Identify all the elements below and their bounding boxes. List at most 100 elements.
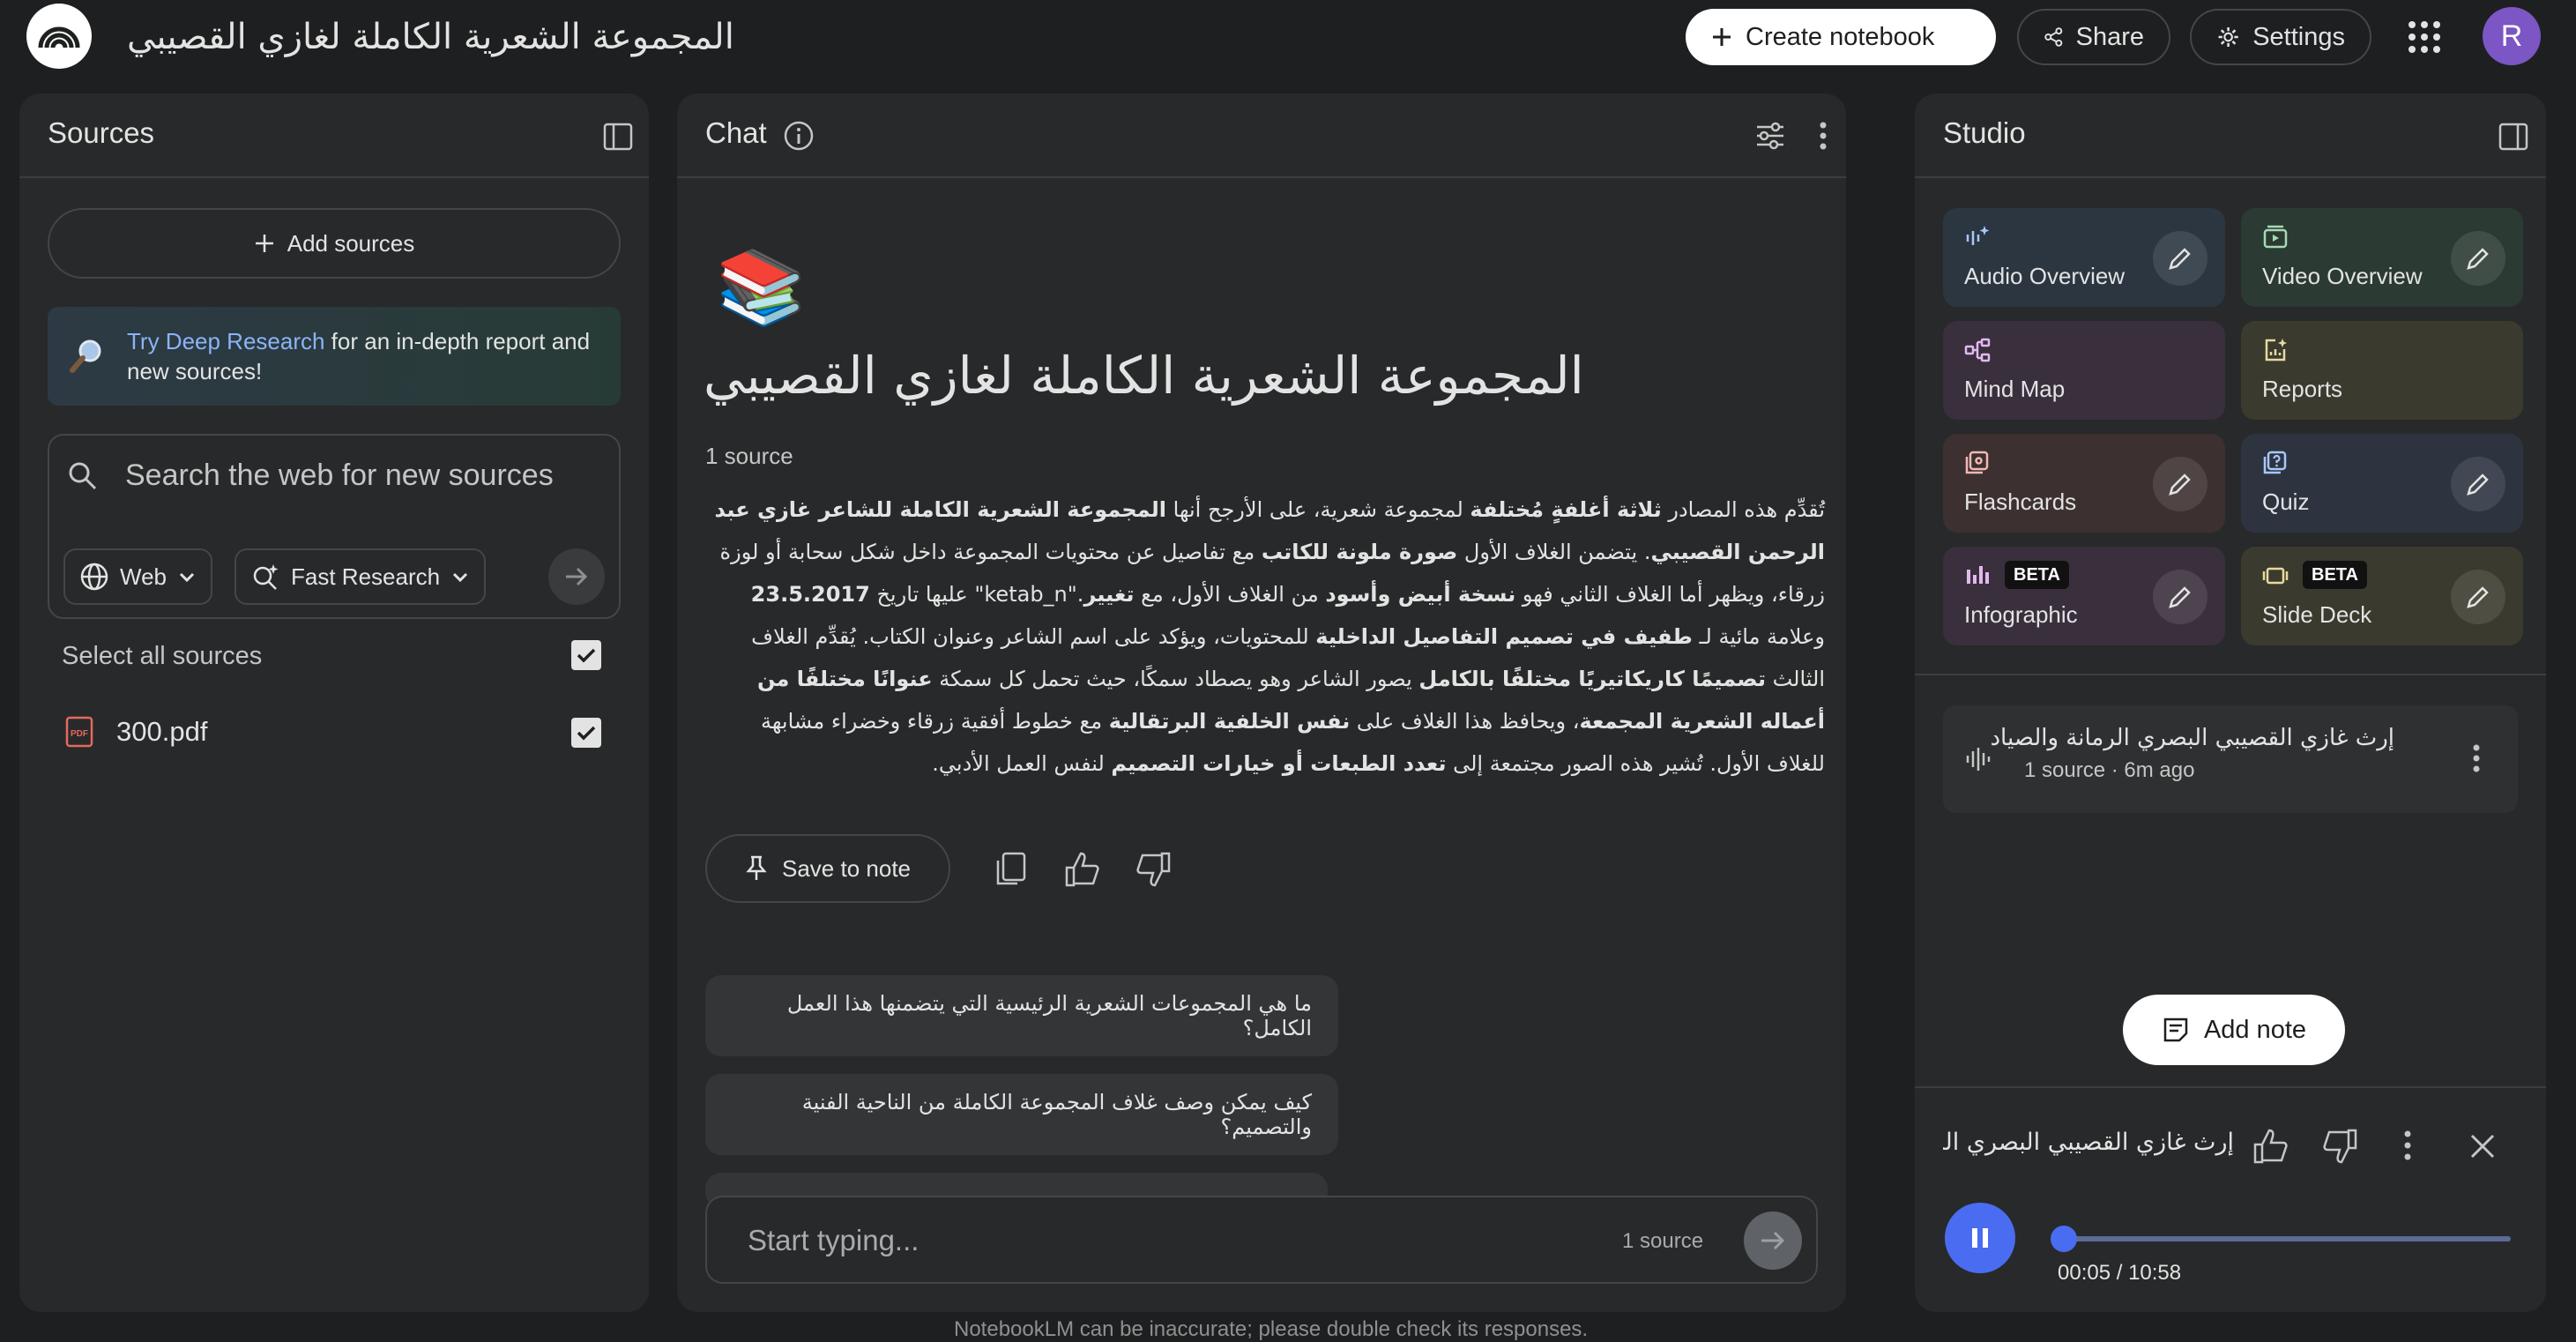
share-label: Share — [2075, 22, 2144, 51]
tile-label: Quiz — [2262, 488, 2310, 515]
more-vert-icon[interactable] — [2401, 1129, 2414, 1162]
collapse-panel-icon[interactable] — [603, 122, 633, 152]
studio-panel-header: Studio — [1915, 93, 2546, 178]
search-input[interactable]: Search the web for new sources — [125, 459, 554, 493]
add-sources-button[interactable]: Add sources — [48, 208, 621, 279]
studio-title: Studio — [1943, 116, 2026, 149]
tile-mind-map[interactable]: Mind Map — [1943, 321, 2225, 420]
select-all-checkbox[interactable] — [571, 640, 601, 670]
suggested-question[interactable]: ما هي المجموعات الشعرية الرئيسية التي يت… — [705, 975, 1338, 1056]
thumbs-up-icon[interactable] — [1063, 850, 1102, 889]
suggested-question-text: ما هي المجموعات الشعرية الرئيسية التي يت… — [786, 991, 1312, 1040]
arrow-right-icon — [566, 567, 588, 586]
pause-icon — [1972, 1228, 1988, 1248]
sources-panel: Sources Add sources Try Deep Research fo… — [19, 93, 649, 1312]
pdf-icon: PDF — [65, 716, 93, 748]
add-sources-label: Add sources — [287, 229, 415, 257]
chevron-down-icon — [179, 572, 195, 583]
books-emoji-icon: 📚 — [716, 248, 807, 328]
send-button[interactable] — [1744, 1212, 1802, 1270]
copy-icon[interactable] — [993, 850, 1031, 889]
note-icon — [2163, 1018, 2188, 1042]
tile-quiz[interactable]: Quiz — [2241, 434, 2523, 533]
beta-badge: BETA — [2005, 561, 2069, 589]
edit-button[interactable] — [2153, 457, 2207, 511]
summary-bold: تغيير — [1083, 582, 1135, 607]
settings-button[interactable]: Settings — [2190, 9, 2371, 65]
pencil-icon — [2169, 248, 2191, 270]
playback-progress-track[interactable] — [2051, 1226, 2511, 1252]
pause-button[interactable] — [1945, 1203, 2015, 1273]
edit-button[interactable] — [2451, 231, 2505, 286]
audio-sparkle-icon — [1966, 226, 1990, 245]
summary-text: وعلامة مائية لـ — [1692, 624, 1825, 649]
check-icon — [577, 648, 596, 663]
share-button[interactable]: Share — [2017, 9, 2170, 65]
thumbs-down-icon[interactable] — [2320, 1127, 2359, 1166]
save-to-note-button[interactable]: Save to note — [705, 834, 950, 903]
pencil-icon — [2169, 473, 2191, 496]
tile-label: Audio Overview — [1964, 263, 2126, 289]
studio-panel: Studio Audio Overview Video Overview Min… — [1915, 93, 2546, 1312]
magnifier-icon — [70, 339, 101, 373]
playback-scrubber-handle[interactable] — [2051, 1226, 2077, 1252]
user-avatar[interactable]: R — [2483, 7, 2541, 65]
source-checkbox[interactable] — [571, 718, 601, 748]
app-header: المجموعة الشعرية الكاملة لغازي القصيبي C… — [0, 0, 2576, 74]
chat-input[interactable]: Start typing... — [748, 1224, 919, 1257]
summary-bold: نسخة أبيض وأسود — [1325, 582, 1516, 607]
mind-map-icon — [1964, 338, 1991, 362]
globe-icon — [80, 563, 108, 591]
edit-button[interactable] — [2153, 570, 2207, 624]
summary-text: عليها تاريخ — [869, 582, 975, 607]
suggested-question[interactable]: كيف يمكن وصف غلاف المجموعة الكاملة من ال… — [705, 1074, 1338, 1155]
beta-badge: BETA — [2303, 561, 2367, 589]
add-note-button[interactable]: Add note — [2123, 995, 2345, 1065]
edit-button[interactable] — [2451, 570, 2505, 624]
tile-flashcards[interactable]: Flashcards — [1943, 434, 2225, 533]
deep-research-link[interactable]: Try Deep Research — [127, 328, 324, 354]
select-all-label: Select all sources — [62, 642, 263, 670]
research-chip-label: Fast Research — [291, 563, 441, 590]
summary-text: من الغلاف الأول، مع — [1134, 582, 1326, 607]
apps-grid-icon[interactable] — [2407, 19, 2442, 55]
deep-research-banner[interactable]: Try Deep Research for an in-depth report… — [48, 307, 621, 406]
notebooklm-logo[interactable] — [26, 4, 92, 69]
notebook-title[interactable]: المجموعة الشعرية الكاملة لغازي القصيبي — [127, 11, 734, 63]
create-notebook-button[interactable]: Create notebook — [1686, 9, 1996, 65]
tile-video-overview[interactable]: Video Overview — [2241, 208, 2523, 307]
sources-panel-header: Sources — [19, 93, 649, 178]
notebook-heading: المجموعة الشعرية الكاملة لغازي القصيبي — [704, 340, 1585, 411]
collapse-panel-icon[interactable] — [2498, 122, 2528, 152]
save-to-note-label: Save to note — [782, 854, 911, 882]
close-icon[interactable] — [2468, 1132, 2497, 1160]
chat-input-source-count: 1 source — [1622, 1229, 1704, 1253]
research-mode-dropdown[interactable]: Fast Research — [235, 548, 487, 605]
flashcards-icon — [1965, 451, 1989, 474]
tile-audio-overview[interactable]: Audio Overview — [1943, 208, 2225, 307]
source-name: 300.pdf — [116, 716, 208, 747]
web-source-dropdown[interactable]: Web — [63, 548, 212, 605]
tile-label: Flashcards — [1964, 488, 2077, 515]
summary-text: . يتضمن الغلاف الأول — [1457, 540, 1651, 564]
thumbs-down-icon[interactable] — [1134, 850, 1173, 889]
edit-button[interactable] — [2153, 231, 2207, 286]
pin-icon — [746, 855, 767, 880]
thumbs-up-icon[interactable] — [2252, 1127, 2290, 1166]
generated-audio-item[interactable]: إرث غازي القصيبي البصري الرمانة والصياد … — [1943, 705, 2518, 813]
chat-input-box[interactable]: Start typing... 1 source — [705, 1196, 1818, 1284]
tile-slide-deck[interactable]: BETA Slide Deck — [2241, 547, 2523, 645]
summary-bold: صورة ملونة للكاتب — [1261, 540, 1458, 564]
tile-label: Mind Map — [1964, 376, 2066, 402]
logo-icon — [38, 26, 80, 48]
search-submit-button[interactable] — [548, 548, 605, 605]
more-vert-icon[interactable] — [2470, 742, 2483, 774]
pencil-icon — [2467, 248, 2489, 270]
pencil-icon — [2467, 586, 2489, 608]
summary-bold: طفيف في — [1573, 624, 1693, 649]
tile-reports[interactable]: Reports — [2241, 321, 2523, 420]
summary-bold: ثلاثة أغلفةٍ مُختلفة — [1470, 497, 1662, 522]
tile-infographic[interactable]: BETA Infographic — [1943, 547, 2225, 645]
pencil-icon — [2467, 473, 2489, 496]
edit-button[interactable] — [2451, 457, 2505, 511]
